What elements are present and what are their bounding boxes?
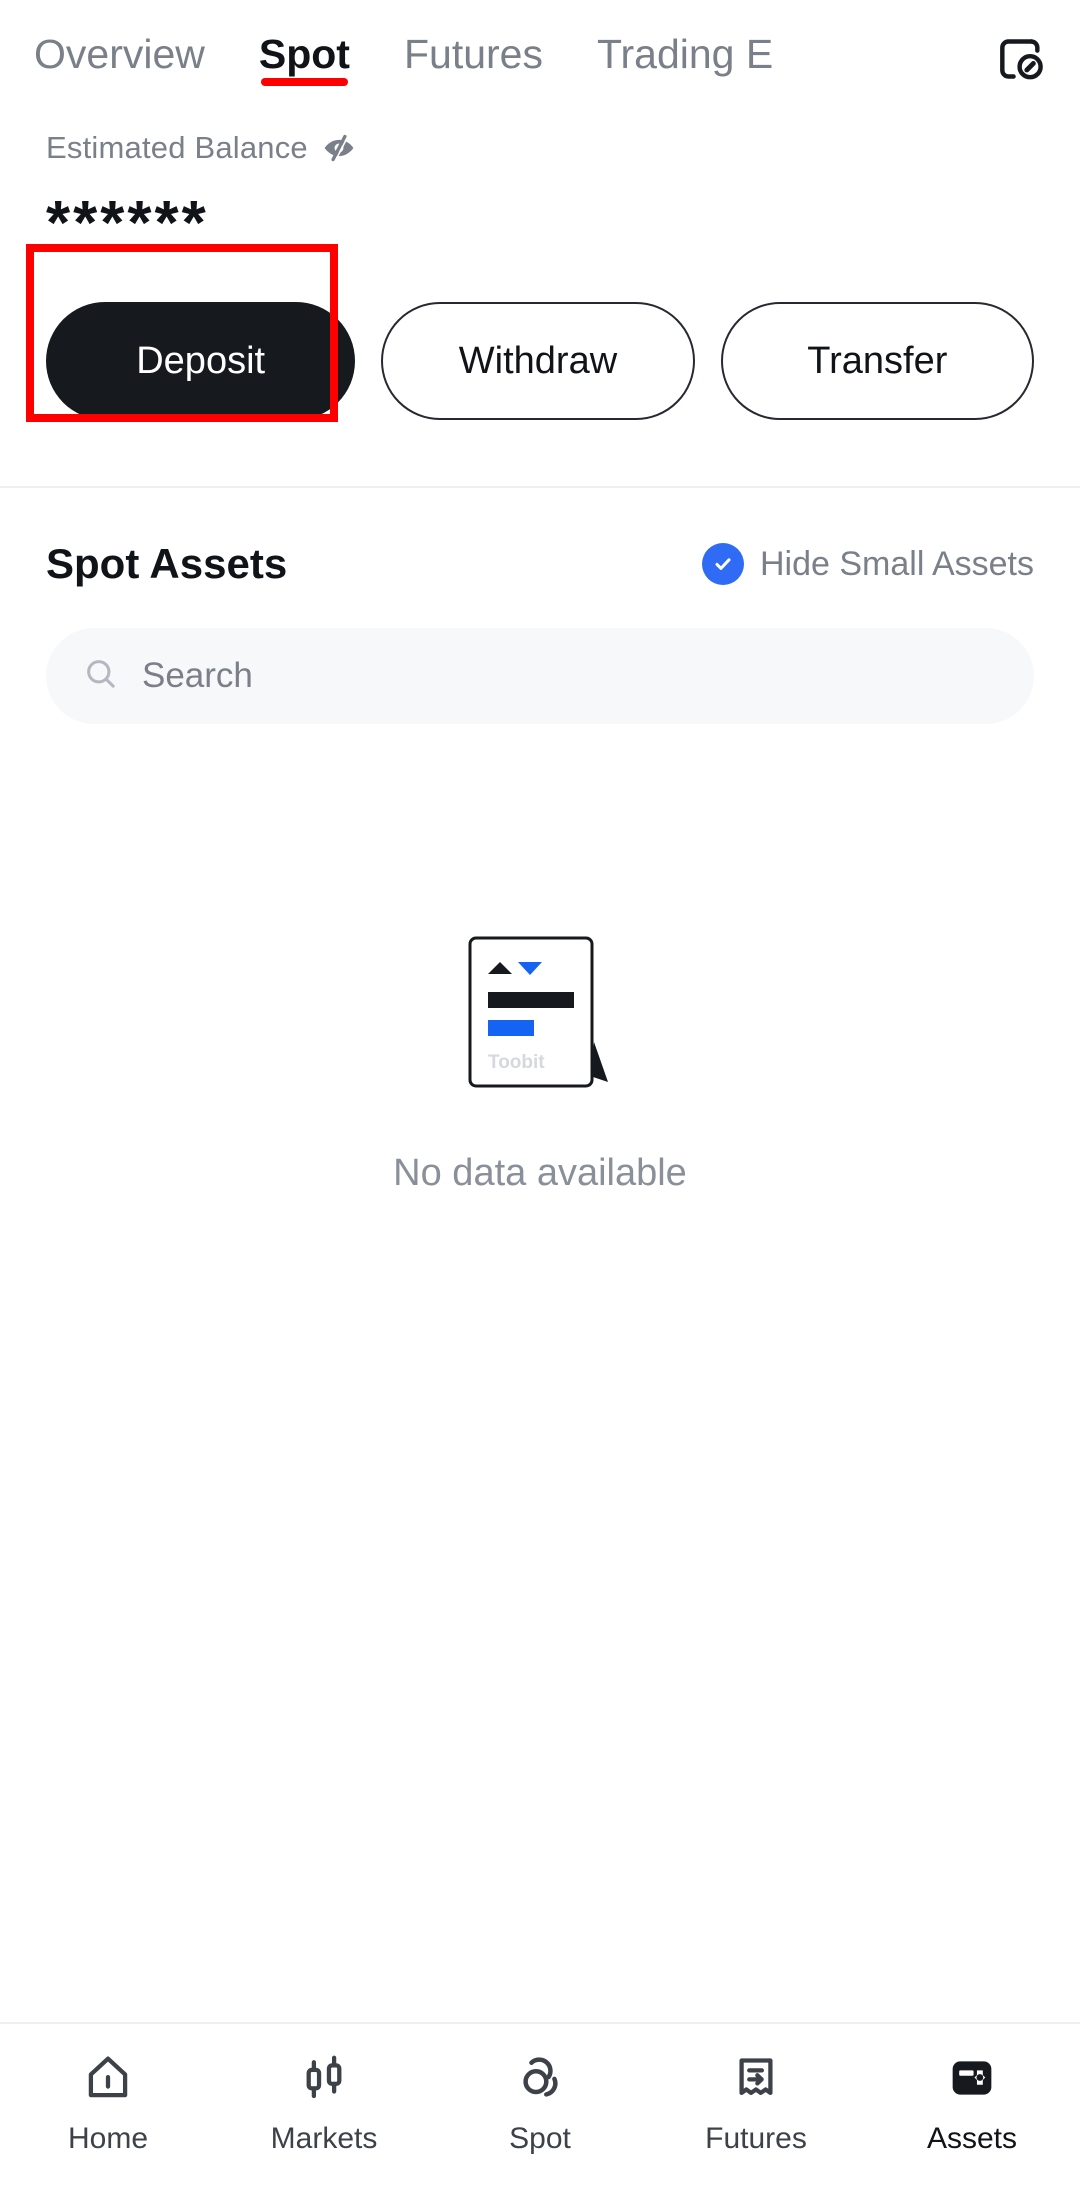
nav-item-futures[interactable]: Futures (648, 2048, 864, 2156)
swap-icon (513, 2048, 567, 2108)
search-icon (82, 655, 120, 698)
vault-icon (945, 2048, 999, 2108)
top-tab-bar: Overview Spot Futures Trading E (0, 0, 1080, 108)
transfer-button-label: Transfer (807, 339, 948, 382)
balance-label-row: Estimated Balance (46, 130, 1034, 166)
search-section (0, 588, 1080, 724)
estimated-balance-label: Estimated Balance (46, 130, 308, 165)
deposit-button[interactable]: Deposit (46, 302, 356, 420)
nav-item-markets-label: Markets (270, 2122, 378, 2155)
tab-spot-label: Spot (258, 31, 350, 77)
tab-trading-earn[interactable]: Trading E (597, 0, 773, 108)
home-icon (81, 2048, 135, 2108)
tab-spot[interactable]: Spot (259, 0, 350, 108)
nav-item-futures-label: Futures (705, 2122, 807, 2155)
nav-item-markets[interactable]: Markets (216, 2048, 432, 2156)
nav-item-spot[interactable]: Spot (432, 2048, 648, 2156)
no-data-illustration: Toobit (466, 934, 614, 1094)
search-bar[interactable] (46, 628, 1034, 724)
withdraw-button[interactable]: Withdraw (381, 302, 695, 420)
nav-item-home-label: Home (67, 2122, 149, 2155)
empty-state-message: No data available (393, 1152, 687, 1194)
empty-state: Toobit No data available (0, 934, 1080, 1195)
bottom-navigation: Home Markets Spot Futures Assets (0, 2022, 1080, 2202)
tab-futures[interactable]: Futures (404, 0, 543, 108)
tab-overview-label: Overview (34, 31, 205, 77)
order-record-icon[interactable] (990, 28, 1052, 90)
checkbox-checked-icon (702, 543, 744, 585)
candlestick-icon (297, 2048, 351, 2108)
tab-overview[interactable]: Overview (34, 0, 205, 108)
eye-off-icon[interactable] (322, 133, 356, 163)
nav-item-spot-label: Spot (509, 2122, 571, 2155)
active-tab-underline (260, 78, 348, 86)
estimated-balance-value: ****** (46, 189, 209, 258)
estimated-balance-block: Estimated Balance ****** (0, 108, 1080, 256)
nav-item-home[interactable]: Home (0, 2048, 216, 2156)
receipt-arrow-icon (729, 2048, 783, 2108)
nav-item-assets[interactable]: Assets (864, 2048, 1080, 2156)
hide-small-assets-label: Hide Small Assets (760, 544, 1034, 583)
withdraw-button-label: Withdraw (458, 339, 618, 382)
search-input[interactable] (142, 628, 998, 724)
hide-small-assets-toggle[interactable]: Hide Small Assets (702, 543, 1034, 585)
tab-futures-label: Futures (403, 31, 543, 77)
spot-assets-header: Spot Assets Hide Small Assets (0, 488, 1080, 588)
illustration-brand-text: Toobit (488, 1052, 545, 1073)
nav-item-assets-label: Assets (926, 2122, 1018, 2155)
asset-actions: Deposit Withdraw Transfer (0, 244, 1080, 422)
deposit-button-label: Deposit (136, 339, 266, 382)
spot-assets-title: Spot Assets (46, 540, 288, 587)
transfer-button[interactable]: Transfer (720, 302, 1034, 420)
tab-trading-earn-label: Trading E (596, 31, 774, 77)
